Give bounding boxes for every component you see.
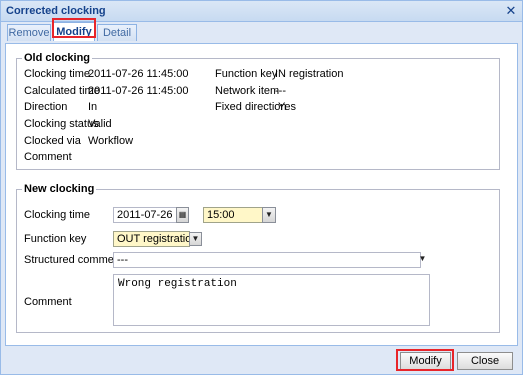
structured-comment-select[interactable]: ---: [113, 252, 421, 268]
modify-panel: Old clocking Clocking time 2011-07-26 11…: [5, 44, 518, 346]
network-item-label: Network item: [215, 85, 280, 97]
old-clocking-legend: Old clocking: [24, 52, 91, 64]
fixed-direction-label: Fixed direction: [215, 101, 287, 113]
calculated-time-value: 2011-07-26 11:45:00: [88, 85, 189, 97]
new-comment-label: Comment: [24, 296, 72, 308]
modify-button-highlight: [396, 349, 454, 371]
old-clocking-time-label: Clocking time: [24, 68, 91, 80]
clocked-via-label: Clocked via: [24, 135, 81, 147]
new-clocking-time-label: Clocking time: [24, 209, 91, 221]
clocking-status-value: Valid: [88, 118, 112, 130]
dialog-title: Corrected clocking: [6, 5, 106, 17]
close-icon[interactable]: ✕: [504, 4, 518, 18]
direction-label: Direction: [24, 101, 68, 113]
function-key-select[interactable]: OUT registration: [113, 231, 198, 247]
direction-value: In: [88, 101, 98, 113]
fixed-direction-value: Yes: [278, 101, 296, 113]
old-comment-label: Comment: [24, 151, 72, 163]
modify-tab-highlight: [52, 18, 96, 38]
new-function-key-label: Function key: [24, 233, 87, 245]
time-field[interactable]: 15:00: [203, 207, 265, 223]
calendar-icon[interactable]: ▦: [176, 207, 189, 223]
network-item-value: ---: [275, 85, 286, 97]
new-clocking-legend: New clocking: [24, 183, 95, 195]
clocked-via-value: Workflow: [88, 135, 134, 147]
old-function-key-value: IN registration: [275, 68, 344, 80]
chevron-down-icon[interactable]: ▼: [416, 252, 429, 268]
tab-detail[interactable]: Detail: [97, 24, 137, 41]
corrected-clocking-dialog: Corrected clocking ✕ Remove Modify Detai…: [0, 0, 523, 375]
structured-comment-label: Structured comment: [24, 254, 124, 266]
old-clocking-time-value: 2011-07-26 11:45:00: [88, 68, 189, 80]
close-button[interactable]: Close: [457, 352, 513, 370]
old-function-key-label: Function key: [215, 68, 278, 80]
comment-textarea[interactable]: Wrong registration: [113, 274, 430, 326]
date-field[interactable]: 2011-07-26: [113, 207, 181, 223]
tab-remove[interactable]: Remove: [7, 24, 51, 41]
chevron-down-icon[interactable]: ▼: [262, 207, 276, 223]
chevron-down-icon[interactable]: ▼: [189, 232, 202, 246]
